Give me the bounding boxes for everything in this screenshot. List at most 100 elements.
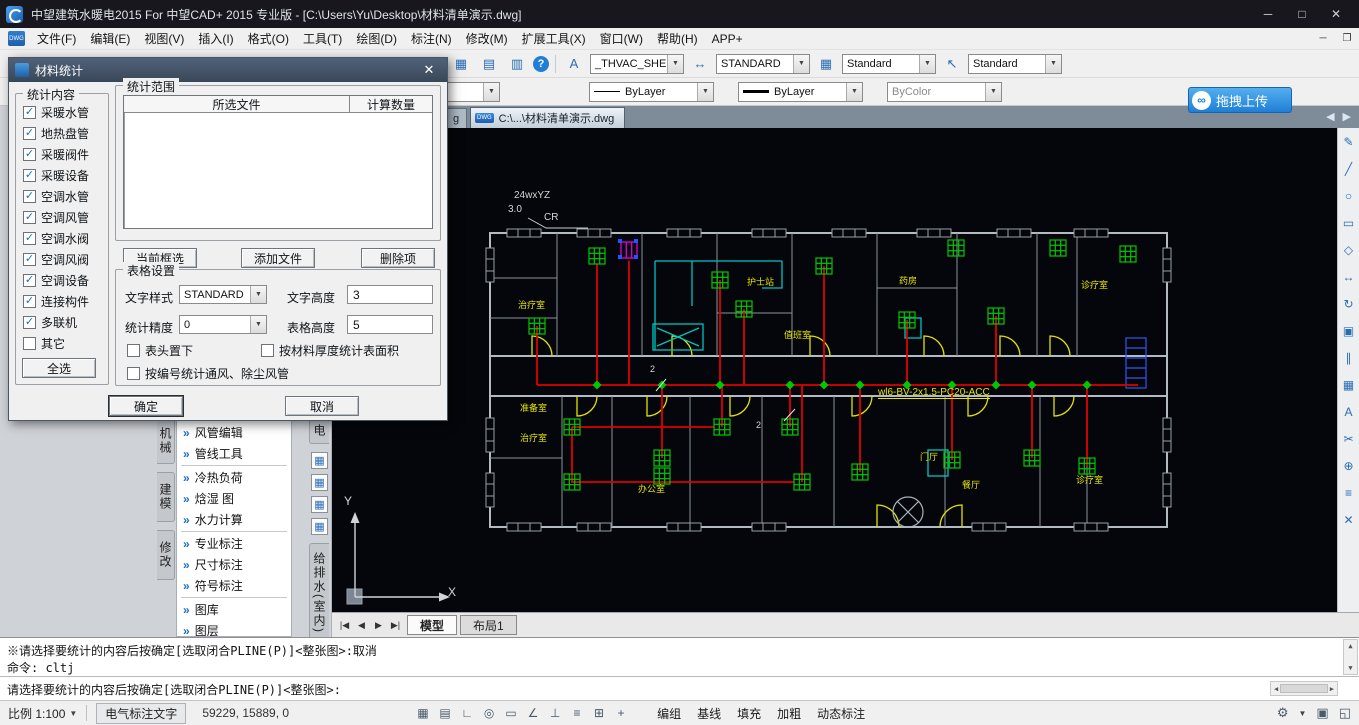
lineweight-icon[interactable]: ≡ (567, 704, 587, 722)
crosshair-icon[interactable]: + (611, 704, 631, 722)
checkbox[interactable]: ✓ (23, 127, 36, 140)
checkbox[interactable]: ✓ (23, 232, 36, 245)
grid-icon[interactable]: ▦ (413, 704, 433, 722)
checkbox-item[interactable]: ✓空调水阀 (23, 230, 89, 247)
menu-draw[interactable]: 绘图(D) (349, 28, 404, 49)
toggle-bold[interactable]: 加粗 (771, 704, 807, 723)
toggle-dynamic-dim[interactable]: 动态标注 (811, 704, 871, 723)
close-button[interactable]: ✕ (1319, 2, 1353, 26)
toggle-fill[interactable]: 填充 (731, 704, 767, 723)
thickness-area-option[interactable]: ✓按材料厚度统计表面积 (261, 342, 399, 359)
command-prompt[interactable]: 请选择要统计的内容后按确定[选取闭合PLINE(P)]<整张图>: (7, 681, 341, 698)
menu-tools[interactable]: 工具(T) (296, 28, 349, 49)
screen-icon[interactable]: ▣ (1316, 705, 1328, 721)
gear-icon[interactable]: ⚙ (1277, 705, 1289, 721)
chevron-down-icon[interactable]: ▼ (250, 316, 266, 333)
menu-item-load-calc[interactable]: »冷热负荷 (177, 467, 291, 488)
chevron-down-icon[interactable]: ▼ (919, 55, 935, 73)
menu-insert[interactable]: 插入(I) (191, 28, 240, 49)
cancel-button[interactable]: 取消 (285, 396, 359, 416)
command-scrollbar[interactable]: ▲ ▼ (1343, 639, 1358, 675)
fullscreen-icon[interactable]: ◱ (1339, 705, 1351, 721)
menu-item-pipe-tools[interactable]: »管线工具 (177, 443, 291, 464)
checkbox[interactable]: ✓ (261, 344, 274, 357)
checkbox-item[interactable]: ✓地热盘管 (23, 125, 89, 142)
table-style-icon[interactable]: ▦ (814, 53, 838, 75)
checkbox[interactable]: ✓ (23, 211, 36, 224)
text-style-combo[interactable]: _THVAC_SHEET▼ (590, 54, 684, 74)
menu-window[interactable]: 窗口(W) (593, 28, 650, 49)
ok-button[interactable]: 确定 (109, 396, 183, 416)
table-tool-icon[interactable]: ▦ (311, 452, 328, 469)
help-icon[interactable]: ? (533, 56, 549, 72)
last-tab-icon[interactable]: ▶| (387, 620, 404, 631)
chevron-down-icon[interactable]: ▼ (1045, 55, 1061, 73)
checkbox-item[interactable]: ✓空调风阀 (23, 251, 89, 268)
menu-item-duct-edit[interactable]: »风管编辑 (177, 422, 291, 443)
table-tool-icon[interactable]: ▦ (311, 518, 328, 535)
table-icon[interactable]: ▦ (449, 53, 473, 75)
menu-item-dim-annotate[interactable]: »尺寸标注 (177, 554, 291, 575)
menu-express[interactable]: 扩展工具(X) (515, 28, 593, 49)
dialog-close-icon[interactable]: ✕ (417, 62, 441, 78)
command-line-panel[interactable]: ※请选择要统计的内容后按确定[选取闭合PLINE(P)]<整张图>:取消 命令:… (0, 637, 1359, 700)
copy-icon[interactable]: ▣ (1340, 322, 1358, 340)
menu-item-hydraulic-calc[interactable]: »水力计算 (177, 509, 291, 530)
scroll-up-icon[interactable]: ▲ (1348, 642, 1352, 650)
menu-modify[interactable]: 修改(M) (459, 28, 515, 49)
checkbox-item[interactable]: ✓空调设备 (23, 272, 89, 289)
text-icon[interactable]: A (1340, 403, 1358, 421)
tab-layout1[interactable]: 布局1 (460, 615, 517, 635)
menu-dimension[interactable]: 标注(N) (404, 28, 459, 49)
line-icon[interactable]: ╱ (1340, 160, 1358, 178)
checkbox[interactable]: ✓ (23, 274, 36, 287)
toggle-baseline[interactable]: 基线 (691, 704, 727, 723)
chevron-down-icon[interactable]: ▼ (483, 83, 499, 101)
quickprop-icon[interactable]: ⊞ (589, 704, 609, 722)
trim-icon[interactable]: ✂ (1340, 430, 1358, 448)
chevron-down-icon[interactable]: ▼ (667, 55, 683, 73)
text-style-icon[interactable]: A (562, 53, 586, 75)
table-insert-icon[interactable]: ▤ (477, 53, 501, 75)
table-tool-icon[interactable]: ▦ (311, 474, 328, 491)
menu-item-library[interactable]: »图库 (177, 599, 291, 620)
dim-style-icon[interactable]: ↔ (688, 53, 712, 75)
offset-icon[interactable]: ∥ (1340, 349, 1358, 367)
scroll-left-icon[interactable]: ◀ (1274, 685, 1278, 693)
checkbox[interactable]: ✓ (23, 295, 36, 308)
checkbox-item[interactable]: ✓多联机 (23, 314, 77, 331)
menu-item-layers[interactable]: »图层 (177, 620, 291, 637)
menu-file[interactable]: 文件(F) (30, 28, 83, 49)
lineweight-combo[interactable]: ByLayer▼ (738, 82, 863, 102)
checkbox-item[interactable]: ✓空调水管 (23, 188, 89, 205)
checkbox[interactable]: ✓ (23, 316, 36, 329)
table-style-combo[interactable]: Standard▼ (842, 54, 936, 74)
annotation-mode-button[interactable]: 电气标注文字 (96, 703, 186, 724)
polygon-icon[interactable]: ◇ (1340, 241, 1358, 259)
menu-view[interactable]: 视图(V) (137, 28, 191, 49)
precision-combo[interactable]: 0▼ (179, 315, 267, 334)
mdi-restore-button[interactable]: ❐ (1335, 33, 1359, 44)
chevron-down-icon[interactable]: ▼ (985, 83, 1001, 101)
mleader-style-combo[interactable]: Standard▼ (968, 54, 1062, 74)
row-height-input[interactable]: 5 (347, 315, 433, 334)
otrack-icon[interactable]: ∠ (523, 704, 543, 722)
scroll-down-icon[interactable]: ▼ (1348, 664, 1352, 672)
table-edit-icon[interactable]: ▥ (505, 53, 529, 75)
chevron-down-icon[interactable]: ▼ (793, 55, 809, 73)
menu-item-symbol-annotate[interactable]: »符号标注 (177, 575, 291, 596)
select-all-button[interactable]: 全选 (22, 358, 96, 378)
dialog-text-style-combo[interactable]: STANDARD▼ (179, 285, 267, 304)
document-tab-partial[interactable]: g (445, 108, 467, 128)
palette-tab-xiugai[interactable]: 修改 (157, 530, 175, 580)
layers-icon[interactable]: ≡ (1340, 484, 1358, 502)
header-bottom-option[interactable]: ✓表头置下 (127, 342, 193, 359)
menu-help[interactable]: 帮助(H) (650, 28, 705, 49)
linetype-combo[interactable]: ByLayer▼ (589, 82, 714, 102)
text-height-input[interactable]: 3 (347, 285, 433, 304)
checkbox-item[interactable]: ✓采暖设备 (23, 167, 89, 184)
minimize-button[interactable]: ─ (1251, 2, 1285, 26)
checkbox-item[interactable]: ✓空调风管 (23, 209, 89, 226)
hatch-icon[interactable]: ▦ (1340, 376, 1358, 394)
checkbox-item[interactable]: ✓连接构件 (23, 293, 89, 310)
